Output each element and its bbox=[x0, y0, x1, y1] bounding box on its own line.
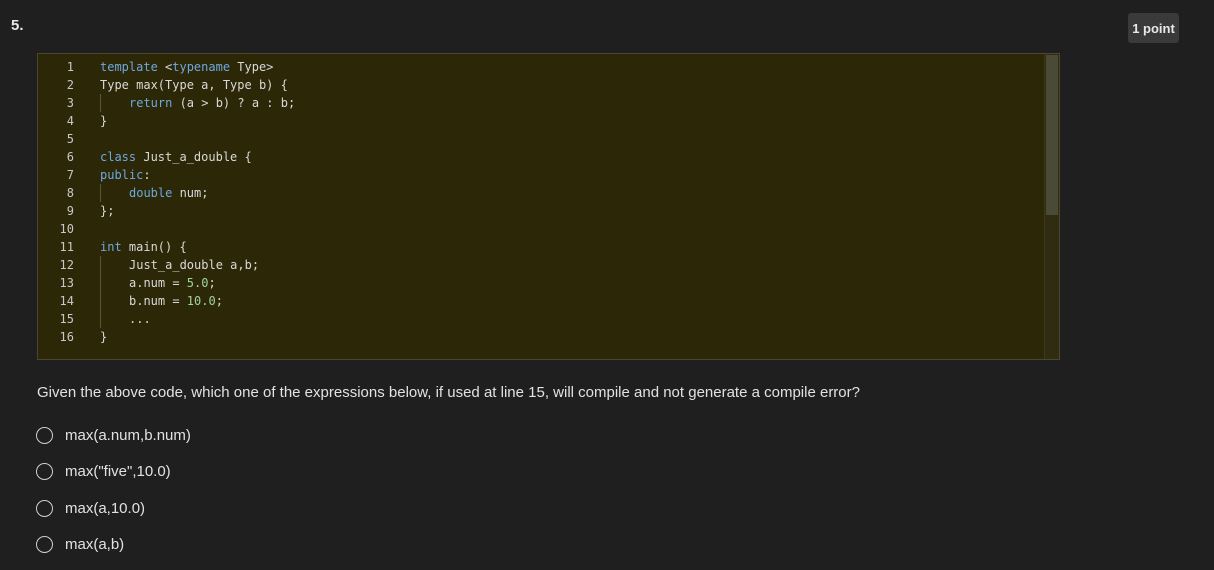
code-number: 10.0 bbox=[186, 294, 216, 308]
line-number: 3 bbox=[66, 96, 74, 110]
code-text: b.num = 10.0; bbox=[129, 292, 223, 310]
indent-guide bbox=[100, 292, 101, 310]
line-number: 1 bbox=[66, 60, 74, 74]
code-keyword: return bbox=[129, 96, 173, 110]
option-label: max(a,10.0) bbox=[65, 499, 146, 517]
code-token: Type> bbox=[230, 60, 274, 74]
code-line: 8 double num; bbox=[38, 184, 1045, 202]
code-number: 5.0 bbox=[186, 276, 209, 290]
points-badge: 1 point bbox=[1128, 13, 1179, 43]
code-text: } bbox=[100, 112, 107, 130]
code-line: 16} bbox=[38, 328, 1045, 346]
code-scrollbar[interactable] bbox=[1044, 54, 1059, 359]
code-token: < bbox=[157, 60, 173, 74]
code-token: Type max(Type a, Type b) { bbox=[100, 78, 288, 92]
code-keyword: double bbox=[129, 186, 173, 200]
code-line: 11 int main() { bbox=[38, 238, 1045, 256]
option-2[interactable]: max("five",10.0) bbox=[36, 460, 191, 484]
code-token: : bbox=[143, 168, 151, 182]
code-keyword: template bbox=[100, 60, 158, 74]
answer-options: max(a.num,b.num) max("five",10.0) max(a,… bbox=[36, 423, 191, 569]
code-line: 2 Type max(Type a, Type b) { bbox=[38, 76, 1045, 94]
radio-button[interactable] bbox=[36, 426, 53, 444]
option-3[interactable]: max(a,10.0) bbox=[36, 496, 191, 520]
code-keyword: public bbox=[100, 168, 144, 182]
code-line: 6 class Just_a_double { bbox=[38, 148, 1045, 166]
line-number: 14 bbox=[59, 294, 74, 308]
code-line: 15... bbox=[38, 310, 1045, 328]
code-text: Type max(Type a, Type b) { bbox=[100, 76, 288, 94]
code-text: double num; bbox=[129, 184, 208, 202]
option-4[interactable]: max(a,b) bbox=[36, 533, 191, 557]
code-line: 13 a.num = 5.0; bbox=[38, 274, 1045, 292]
code-text: a.num = 5.0; bbox=[129, 274, 216, 292]
code-line: 14 b.num = 10.0; bbox=[38, 292, 1045, 310]
code-text: public: bbox=[100, 166, 151, 184]
line-number: 5 bbox=[66, 132, 74, 146]
line-number: 7 bbox=[66, 168, 74, 182]
radio-button[interactable] bbox=[36, 499, 53, 517]
code-line: 7 public: bbox=[38, 166, 1045, 184]
code-text: }; bbox=[100, 202, 114, 220]
radio-button[interactable] bbox=[36, 463, 53, 480]
option-label: max("five",10.0) bbox=[65, 463, 171, 480]
code-token: b.num = bbox=[129, 294, 187, 308]
option-1[interactable]: max(a.num,b.num) bbox=[36, 423, 191, 447]
code-text: } bbox=[100, 328, 107, 346]
code-token: main() { bbox=[121, 240, 187, 254]
question-text: Given the above code, which one of the e… bbox=[37, 384, 860, 401]
code-token: ; bbox=[215, 294, 223, 308]
code-line: 4} bbox=[38, 112, 1045, 130]
line-number: 13 bbox=[59, 276, 74, 290]
code-line: 5 bbox=[38, 130, 1045, 148]
question-number: 5. bbox=[11, 17, 24, 34]
indent-guide bbox=[100, 184, 101, 202]
line-number: 9 bbox=[66, 204, 74, 218]
code-scrollbar-thumb[interactable] bbox=[1046, 55, 1058, 215]
option-label: max(a.num,b.num) bbox=[65, 426, 191, 444]
code-token: a.num = bbox=[129, 276, 187, 290]
code-line: 9}; bbox=[38, 202, 1045, 220]
code-token: Just_a_double a,b; bbox=[129, 258, 260, 272]
indent-guide bbox=[100, 274, 101, 292]
code-token: } bbox=[100, 114, 108, 128]
code-token: }; bbox=[100, 204, 115, 218]
code-line: 10 bbox=[38, 220, 1045, 238]
indent-guide bbox=[100, 256, 101, 274]
code-token: ; bbox=[208, 276, 216, 290]
code-token: Just_a_double { bbox=[136, 150, 252, 164]
indent-guide bbox=[100, 310, 101, 328]
line-number: 8 bbox=[66, 186, 74, 200]
code-text: class Just_a_double { bbox=[100, 148, 252, 166]
line-number: 11 bbox=[59, 240, 74, 254]
line-number: 6 bbox=[66, 150, 74, 164]
code-line: 1 template <typename Type> bbox=[38, 58, 1045, 76]
line-number: 12 bbox=[59, 258, 74, 272]
code-line: 3 return (a > b) ? a : b; bbox=[38, 94, 1045, 112]
code-keyword: class bbox=[100, 150, 137, 164]
indent-guide bbox=[100, 94, 101, 112]
code-text: ... bbox=[129, 310, 151, 328]
code-token: ... bbox=[129, 312, 151, 326]
code-token: num; bbox=[172, 186, 209, 200]
code-text: return (a > b) ? a : b; bbox=[129, 94, 295, 112]
radio-button[interactable] bbox=[36, 536, 53, 553]
code-editor[interactable]: 1 template <typename Type> 2 Type max(Type … bbox=[37, 53, 1060, 360]
line-number: 15 bbox=[59, 312, 74, 326]
code-keyword: int bbox=[100, 240, 122, 254]
code-text: template <typename Type> bbox=[100, 58, 273, 76]
code-token: } bbox=[100, 330, 108, 344]
line-number: 10 bbox=[59, 222, 74, 236]
code-line: 12 Just_a_double a,b; bbox=[38, 256, 1045, 274]
code-token: (a > b) ? a : b; bbox=[172, 96, 296, 110]
code-text: Just_a_double a,b; bbox=[129, 256, 259, 274]
option-label: max(a,b) bbox=[65, 536, 125, 553]
code-keyword: typename bbox=[172, 60, 231, 74]
line-number: 4 bbox=[66, 114, 74, 128]
code-text: int main() { bbox=[100, 238, 187, 256]
line-number: 16 bbox=[59, 330, 74, 344]
line-number: 2 bbox=[66, 78, 74, 92]
